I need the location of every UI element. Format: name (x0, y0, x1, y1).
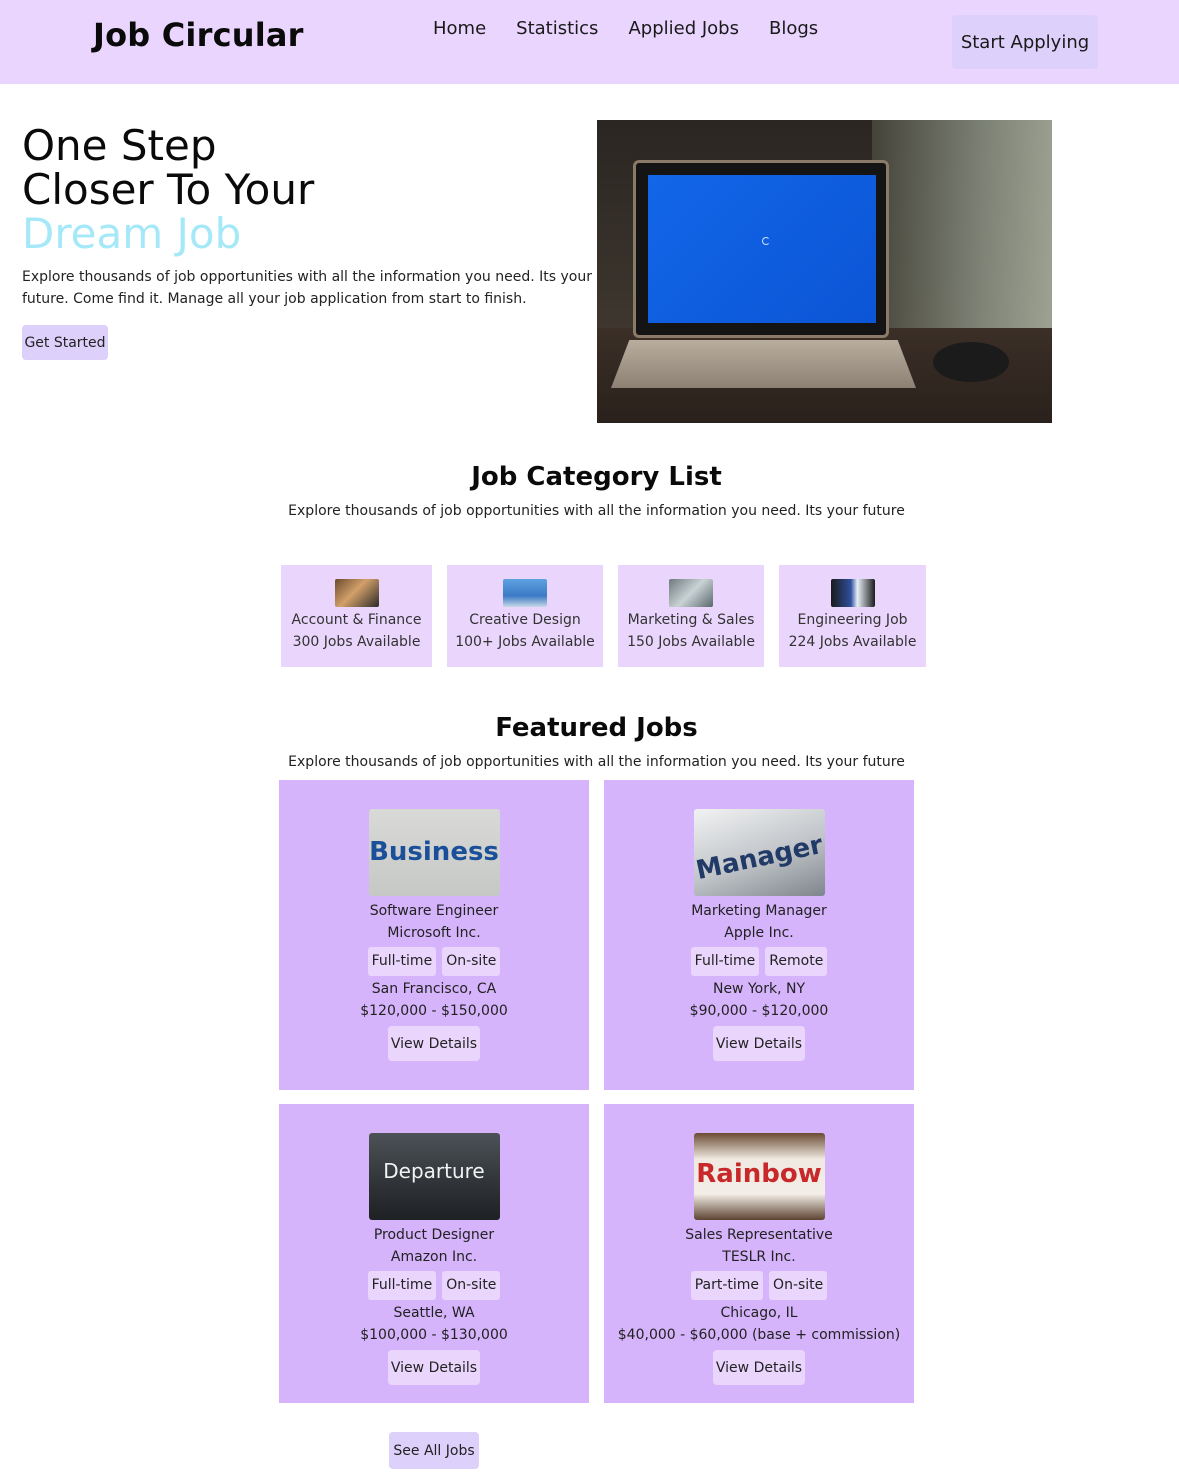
job-company: Apple Inc. (724, 925, 794, 941)
job-title: Product Designer (373, 1227, 495, 1243)
nav-blogs[interactable]: Blogs (769, 18, 818, 39)
featured-section-subtitle: Explore thousands of job opportunities w… (288, 754, 905, 770)
job-thumbnail: Rainbow (693, 1133, 825, 1220)
category-count: 150 Jobs Available (627, 634, 755, 650)
category-name: Engineering Job (797, 612, 908, 628)
job-thumbnail-text: Manager (693, 829, 825, 887)
category-card-engineering[interactable]: Engineering Job 224 Jobs Available (779, 565, 926, 667)
main-nav: Home Statistics Applied Jobs Blogs (433, 18, 818, 39)
nav-home[interactable]: Home (433, 18, 486, 39)
start-applying-button[interactable]: Start Applying (952, 15, 1098, 69)
laptop-keyboard (611, 340, 916, 388)
job-tags: Part-time On-site (604, 1271, 914, 1300)
view-details-button[interactable]: View Details (713, 1026, 805, 1061)
job-location: Chicago, IL (720, 1305, 798, 1321)
category-card-account-finance[interactable]: Account & Finance 300 Jobs Available (281, 565, 432, 667)
category-card-marketing-sales[interactable]: Marketing & Sales 150 Jobs Available (618, 565, 764, 667)
job-thumbnail-text: Departure (383, 1159, 485, 1183)
job-title: Marketing Manager (691, 903, 827, 919)
category-thumbnail (334, 579, 379, 607)
laptop-screen-frame (633, 160, 889, 338)
job-location: Seattle, WA (393, 1305, 475, 1321)
laptop-screen (648, 175, 876, 323)
hero-title-accent: Dream Job (22, 209, 242, 258)
job-salary: $100,000 - $130,000 (360, 1327, 508, 1343)
job-salary: $40,000 - $60,000 (base + commission) (617, 1327, 901, 1343)
job-company: TESLR Inc. (722, 1249, 796, 1265)
nav-applied-jobs[interactable]: Applied Jobs (628, 18, 739, 39)
job-type-badge: Part-time (690, 1271, 764, 1300)
category-section-subtitle: Explore thousands of job opportunities w… (288, 503, 905, 519)
view-details-button[interactable]: View Details (388, 1026, 480, 1061)
job-thumbnail-text: Business (369, 837, 499, 867)
hero-laptop-image (597, 120, 1052, 423)
job-tags: Full-time Remote (604, 947, 914, 976)
category-thumbnail (830, 579, 875, 607)
job-card-marketing-manager: Manager Marketing Manager Apple Inc. Ful… (604, 780, 914, 1090)
job-title: Sales Representative (685, 1227, 833, 1243)
job-thumbnail: Manager (693, 809, 825, 896)
category-name: Creative Design (469, 612, 581, 628)
job-mode-badge: On-site (442, 947, 501, 976)
navbar: Job Circular Home Statistics Applied Job… (0, 0, 1179, 84)
job-company: Microsoft Inc. (387, 925, 481, 941)
job-thumbnail: Business (368, 809, 500, 896)
job-type-badge: Full-time (690, 947, 760, 976)
category-count: 300 Jobs Available (292, 634, 421, 650)
hero-title: One Step Closer To Your Dream Job (22, 124, 314, 256)
job-mode-badge: On-site (442, 1271, 501, 1300)
nav-statistics[interactable]: Statistics (516, 18, 598, 39)
job-type-badge: Full-time (367, 947, 437, 976)
get-started-button[interactable]: Get Started (22, 325, 108, 360)
view-details-button[interactable]: View Details (388, 1350, 480, 1385)
featured-section-title: Featured Jobs (495, 713, 698, 743)
hero-image-background (872, 120, 1052, 360)
job-mode-badge: On-site (769, 1271, 828, 1300)
job-card-sales-representative: Rainbow Sales Representative TESLR Inc. … (604, 1104, 914, 1403)
job-thumbnail-text: Rainbow (696, 1159, 822, 1189)
hero-title-line1: One Step (22, 121, 217, 170)
job-card-product-designer: Departure Product Designer Amazon Inc. F… (279, 1104, 589, 1403)
job-salary: $90,000 - $120,000 (689, 1003, 829, 1019)
hero-title-line2: Closer To Your (22, 165, 315, 214)
job-salary: $120,000 - $150,000 (360, 1003, 508, 1019)
job-tags: Full-time On-site (279, 947, 589, 976)
job-title: Software Engineer (369, 903, 499, 919)
category-count: 100+ Jobs Available (455, 634, 595, 650)
category-section-title: Job Category List (471, 462, 722, 492)
job-location: New York, NY (712, 981, 806, 997)
hero-description: Explore thousands of job opportunities w… (22, 269, 592, 307)
see-all-jobs-button[interactable]: See All Jobs (389, 1432, 479, 1469)
loading-spinner-icon (762, 237, 770, 246)
job-card-software-engineer: Business Software Engineer Microsoft Inc… (279, 780, 589, 1090)
category-name: Marketing & Sales (627, 612, 755, 628)
category-count: 224 Jobs Available (788, 634, 917, 650)
job-type-badge: Full-time (367, 1271, 437, 1300)
job-location: San Francisco, CA (371, 981, 497, 997)
category-name: Account & Finance (291, 612, 422, 628)
job-thumbnail: Departure (368, 1133, 500, 1220)
job-tags: Full-time On-site (279, 1271, 589, 1300)
mouse-shape (933, 342, 1009, 382)
category-thumbnail (669, 579, 713, 607)
view-details-button[interactable]: View Details (713, 1350, 805, 1385)
category-card-creative-design[interactable]: Creative Design 100+ Jobs Available (447, 565, 603, 667)
category-thumbnail (503, 579, 547, 607)
job-mode-badge: Remote (765, 947, 828, 976)
brand-logo[interactable]: Job Circular (93, 16, 304, 54)
job-company: Amazon Inc. (390, 1249, 478, 1265)
